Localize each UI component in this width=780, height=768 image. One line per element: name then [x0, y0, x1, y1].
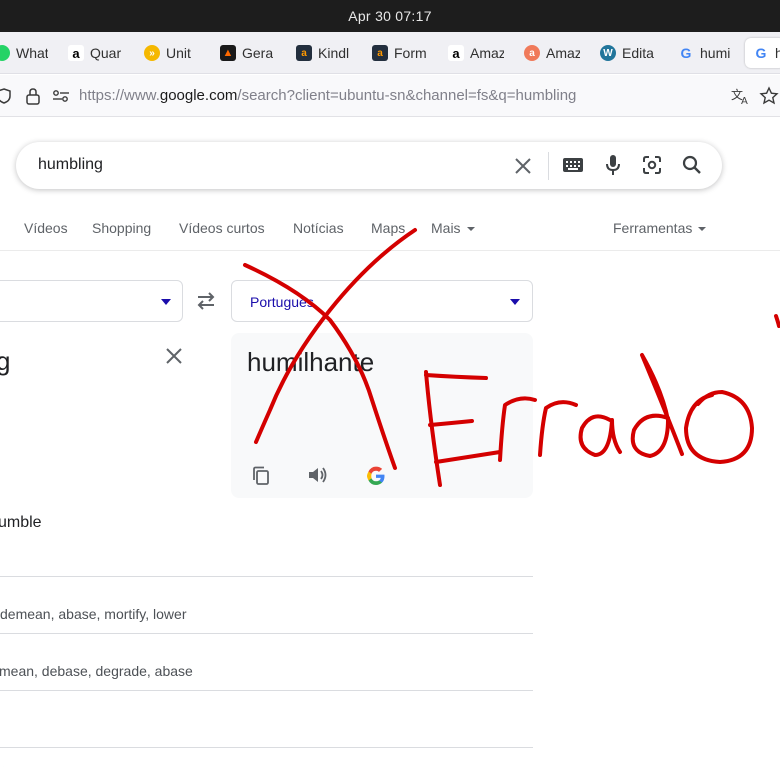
- tab-label: Amaz: [546, 45, 580, 61]
- screen: Apr 30 07:17 What a Quar » Unit ▲ Gera a…: [0, 0, 780, 768]
- definition-word: umble: [0, 514, 42, 531]
- annotation-letter-stroke: [684, 390, 754, 464]
- search-box[interactable]: humbling: [16, 142, 722, 189]
- target-language-label: Português: [250, 294, 314, 310]
- tab-label: humi: [700, 45, 731, 61]
- annotation-letter-stroke: [630, 353, 684, 458]
- tab-active[interactable]: G h: [745, 38, 780, 68]
- tab-label: Kindl: [318, 45, 350, 61]
- copy-icon[interactable]: [252, 466, 270, 486]
- tab-label: Gera: [242, 45, 274, 61]
- amazon-red-icon: a: [524, 45, 540, 61]
- tab-amazon[interactable]: a Amaz: [448, 38, 504, 68]
- translation-output-panel: humilhante: [231, 333, 533, 498]
- tab-whatsapp[interactable]: What: [0, 38, 48, 68]
- google-icon: G: [680, 45, 692, 61]
- chevron-down-icon: [161, 299, 171, 305]
- bookmark-star-icon[interactable]: [759, 86, 779, 106]
- speaker-icon[interactable]: [307, 465, 329, 485]
- search-icon[interactable]: [682, 155, 702, 175]
- url-bar: https://www.google.com/search?client=ubu…: [0, 75, 780, 117]
- source-language-select[interactable]: [0, 280, 183, 322]
- tab-more[interactable]: Mais: [431, 220, 475, 236]
- tab-shopping[interactable]: Shopping: [92, 220, 151, 236]
- tab-label: Form: [394, 45, 427, 61]
- unit-icon: »: [144, 45, 160, 61]
- clear-source-icon[interactable]: [165, 347, 183, 365]
- google-icon: G: [755, 45, 767, 61]
- source-text[interactable]: g: [0, 346, 10, 377]
- nav-divider: [0, 250, 780, 251]
- synonyms-row[interactable]: mean, debase, degrade, abase: [0, 663, 193, 679]
- keyboard-icon[interactable]: [562, 157, 584, 173]
- url-domain: google.com: [159, 87, 238, 104]
- shield-icon[interactable]: [0, 88, 12, 104]
- target-language-select[interactable]: Português: [231, 280, 533, 322]
- wordpress-icon: W: [600, 45, 616, 61]
- gera-icon: ▲: [220, 45, 236, 61]
- system-top-bar: Apr 30 07:17: [0, 0, 780, 32]
- url-input[interactable]: https://www.google.com/search?client=ubu…: [79, 87, 576, 104]
- translate-page-icon[interactable]: 文 A: [731, 87, 751, 105]
- tab-gera[interactable]: ▲ Gera: [220, 38, 276, 68]
- tab-editar[interactable]: W Edita: [600, 38, 658, 68]
- tab-strip: What a Quar » Unit ▲ Gera a Kindl a Form…: [0, 32, 780, 74]
- synonyms-row[interactable]: demean, abase, mortify, lower: [0, 606, 187, 622]
- amazon-form-icon: a: [372, 45, 388, 61]
- chevron-down-icon: [510, 299, 520, 305]
- tab-label: Unit: [166, 45, 191, 61]
- section-divider: [0, 576, 533, 577]
- search-input[interactable]: humbling: [38, 156, 103, 174]
- svg-text:A: A: [741, 96, 748, 105]
- clear-search-icon[interactable]: [514, 157, 532, 175]
- section-divider: [0, 690, 533, 691]
- google-translate-icon[interactable]: [365, 465, 387, 487]
- swap-languages-icon[interactable]: [195, 291, 217, 311]
- tab-label: Edita: [622, 45, 654, 61]
- tab-label: h: [775, 45, 780, 61]
- tab-label: What: [16, 45, 48, 61]
- tab-label: Quar: [90, 45, 122, 61]
- url-prefix: https://www.: [79, 87, 160, 104]
- annotation-letter-stroke: [538, 400, 578, 457]
- annotation-edge-stroke: [774, 314, 780, 328]
- tools-label: Ferramentas: [613, 220, 693, 236]
- translation-output-text: humilhante: [247, 347, 375, 377]
- tab-news[interactable]: Notícias: [293, 220, 344, 236]
- url-path: /search?client=ubuntu-sn&channel=fs&q=hu…: [237, 87, 577, 104]
- microphone-icon[interactable]: [605, 154, 621, 176]
- section-divider: [0, 633, 533, 634]
- amazon-kindle-icon: a: [296, 45, 312, 61]
- system-time: 07:17: [395, 8, 432, 24]
- tab-label: Amaz: [470, 45, 504, 61]
- tab-kindle[interactable]: a Kindl: [296, 38, 352, 68]
- chevron-down-icon: [466, 227, 475, 232]
- section-divider: [0, 747, 533, 748]
- tab-humbling[interactable]: G humi: [678, 38, 734, 68]
- tab-videos[interactable]: Vídeos: [24, 220, 68, 236]
- whatsapp-icon: [0, 45, 10, 61]
- tab-form[interactable]: a Form: [372, 38, 428, 68]
- tab-amazon-2[interactable]: a Amaz: [524, 38, 580, 68]
- lens-camera-icon[interactable]: [642, 155, 662, 175]
- chevron-down-icon: [698, 227, 707, 232]
- system-date: Apr 30: [348, 8, 392, 24]
- tab-more-label: Mais: [431, 220, 461, 236]
- tab-maps[interactable]: Maps: [371, 220, 405, 236]
- tab-quar[interactable]: a Quar: [68, 38, 124, 68]
- tab-short-videos[interactable]: Vídeos curtos: [179, 220, 265, 236]
- permissions-icon[interactable]: [52, 88, 70, 104]
- search-divider: [548, 152, 549, 180]
- tools-button[interactable]: Ferramentas: [613, 220, 707, 236]
- annotation-letter-stroke: [578, 414, 622, 457]
- amazon-icon: a: [448, 45, 464, 61]
- amazon-icon: a: [68, 45, 84, 61]
- tab-unit[interactable]: » Unit: [144, 38, 200, 68]
- lock-icon[interactable]: [25, 87, 41, 105]
